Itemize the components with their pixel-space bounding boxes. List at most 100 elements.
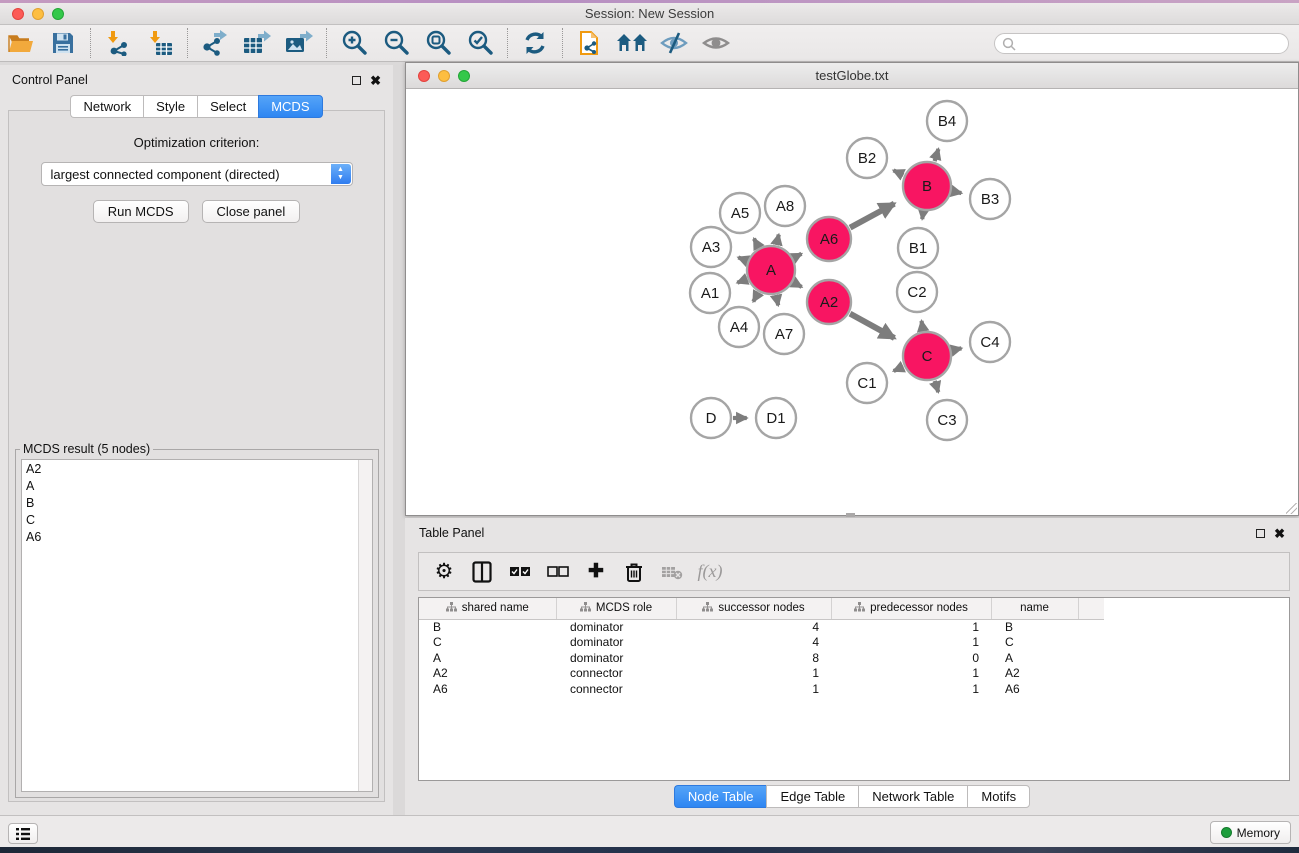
search-icon	[1002, 37, 1016, 51]
graph-node-label: A	[766, 262, 776, 279]
home-icon[interactable]	[615, 28, 649, 58]
mcds-result-item[interactable]: A	[22, 477, 372, 494]
tab-network-table[interactable]: Network Table	[858, 785, 967, 808]
graph-node-label: A2	[820, 294, 838, 311]
select-all-icon[interactable]	[507, 559, 533, 585]
column-header-successor-nodes[interactable]: successor nodes	[676, 598, 831, 619]
hierarchy-icon	[580, 602, 591, 615]
node-table[interactable]: shared nameMCDS rolesuccessor nodesprede…	[418, 597, 1290, 781]
graph-node-label: A4	[730, 319, 748, 336]
export-image-icon[interactable]	[282, 28, 316, 58]
tab-select[interactable]: Select	[197, 95, 258, 118]
list-scrollbar[interactable]	[358, 460, 372, 791]
hide-eye-icon[interactable]	[657, 28, 691, 58]
graph-edge[interactable]	[922, 212, 923, 219]
import-table-icon[interactable]	[143, 28, 177, 58]
table-row[interactable]: Adominator80A	[419, 650, 1104, 666]
graph-edge[interactable]	[794, 254, 802, 258]
float-panel-icon[interactable]	[352, 76, 361, 85]
tab-edge-table[interactable]: Edge Table	[766, 785, 858, 808]
graph-edge[interactable]	[952, 348, 961, 350]
show-columns-icon[interactable]	[469, 559, 495, 585]
save-session-icon[interactable]	[46, 28, 80, 58]
eye-icon[interactable]	[699, 28, 733, 58]
search-input[interactable]	[1020, 35, 1288, 52]
mcds-result-item[interactable]: A6	[22, 528, 372, 545]
dropdown-stepper-icon: ▲▼	[331, 164, 351, 184]
session-title: Session: New Session	[0, 6, 1299, 21]
network-canvas[interactable]: AA1A2A3A4A5A6A7A8BB1B2B3B4CC1C2C3C4DD1	[407, 90, 1297, 514]
close-panel-button[interactable]: Close panel	[202, 200, 301, 223]
mcds-result-item[interactable]: C	[22, 511, 372, 528]
column-header-name[interactable]: name	[991, 598, 1078, 619]
criterion-dropdown[interactable]: largest connected component (directed) ▲…	[41, 162, 353, 186]
float-table-panel-icon[interactable]	[1256, 529, 1265, 538]
column-header-shared-name[interactable]: shared name	[419, 598, 556, 619]
graph-edge[interactable]	[850, 204, 894, 228]
open-session-icon[interactable]	[4, 28, 38, 58]
graph-edge[interactable]	[777, 235, 779, 245]
splitter-handle[interactable]	[846, 513, 855, 517]
zoom-fit-icon[interactable]	[421, 28, 455, 58]
tab-node-table[interactable]: Node Table	[674, 785, 767, 808]
table-cell: dominator	[556, 635, 676, 651]
graph-edge[interactable]	[850, 314, 894, 338]
network-window-titlebar[interactable]: testGlobe.txt	[406, 63, 1298, 89]
graph-edge[interactable]	[935, 149, 939, 161]
memory-button[interactable]: Memory	[1210, 821, 1291, 844]
table-row[interactable]: A2connector11A2	[419, 666, 1104, 682]
tab-motifs[interactable]: Motifs	[967, 785, 1030, 808]
search-field[interactable]	[994, 33, 1289, 54]
deselect-all-icon[interactable]	[545, 559, 571, 585]
import-network-icon[interactable]	[101, 28, 135, 58]
graph-node-label: D1	[766, 410, 785, 427]
graph-edge[interactable]	[776, 295, 778, 305]
export-network-icon[interactable]	[198, 28, 232, 58]
table-type-tabs: Node TableEdge TableNetwork TableMotifs	[405, 785, 1299, 808]
graph-node-label: A5	[731, 205, 749, 222]
table-row[interactable]: Cdominator41C	[419, 635, 1104, 651]
graph-edge[interactable]	[737, 279, 746, 283]
graph-edge[interactable]	[922, 321, 923, 330]
graph-edge[interactable]	[753, 293, 758, 302]
network-file-icon[interactable]	[573, 28, 607, 58]
delete-column-icon[interactable]	[621, 559, 647, 585]
tab-mcds[interactable]: MCDS	[258, 95, 322, 118]
export-table-icon[interactable]	[240, 28, 274, 58]
table-settings-icon[interactable]: ⚙	[431, 559, 457, 585]
refresh-icon[interactable]	[518, 28, 552, 58]
graph-edge[interactable]	[952, 191, 961, 193]
run-mcds-button[interactable]: Run MCDS	[93, 200, 189, 223]
graph-edge[interactable]	[894, 367, 904, 371]
mcds-result-item[interactable]: B	[22, 494, 372, 511]
graph-edge[interactable]	[738, 257, 746, 260]
table-toolbar: ⚙ ✚ f(x)	[418, 552, 1290, 591]
graph-edge[interactable]	[754, 239, 759, 247]
mcds-result-item[interactable]: A2	[22, 460, 372, 477]
table-row[interactable]: Bdominator41B	[419, 619, 1104, 635]
close-table-panel-icon[interactable]: ✖	[1274, 527, 1285, 540]
close-panel-icon[interactable]: ✖	[370, 74, 381, 87]
graph-edge[interactable]	[893, 170, 903, 175]
zoom-in-icon[interactable]	[337, 28, 371, 58]
graph-edge[interactable]	[794, 283, 802, 287]
column-header-MCDS-role[interactable]: MCDS role	[556, 598, 676, 619]
mcds-result-list[interactable]: A2ABCA6	[21, 459, 373, 792]
task-history-button[interactable]	[8, 823, 38, 844]
network-graph[interactable]: AA1A2A3A4A5A6A7A8BB1B2B3B4CC1C2C3C4DD1	[407, 90, 1299, 516]
tab-network[interactable]: Network	[70, 95, 143, 118]
create-column-icon[interactable]: ✚	[583, 559, 609, 585]
table-cell: connector	[556, 681, 676, 697]
table-row[interactable]: A6connector11A6	[419, 681, 1104, 697]
zoom-out-icon[interactable]	[379, 28, 413, 58]
column-header-predecessor-nodes[interactable]: predecessor nodes	[831, 598, 991, 619]
table-cell: A6	[991, 681, 1078, 697]
toolbar-separator	[326, 28, 327, 58]
graph-edge[interactable]	[935, 381, 939, 392]
delete-table-icon-disabled	[659, 559, 685, 585]
zoom-selected-icon[interactable]	[463, 28, 497, 58]
tab-style[interactable]: Style	[143, 95, 197, 118]
graph-node-label: C4	[980, 334, 999, 351]
resize-handle[interactable]	[1286, 503, 1297, 514]
graph-node-label: A1	[701, 285, 719, 302]
